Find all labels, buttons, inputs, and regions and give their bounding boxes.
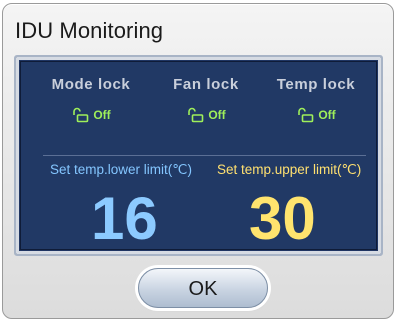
unlocked-padlock-icon [71,107,89,123]
temp-lock-status: Off [256,107,376,123]
mode-lock-group: Mode lock Off [31,76,151,123]
divider [43,155,366,156]
fan-lock-label: Fan lock [173,76,239,93]
lower-limit-label: Set temp.lower limit(℃) [50,162,192,177]
dialog-title: IDU Monitoring [15,18,164,43]
mode-lock-status: Off [31,107,151,123]
status-panel-inner: Mode lock Off Fan lock Off Temp lock Off… [20,61,377,252]
unlocked-padlock-icon [186,107,204,123]
mode-lock-label: Mode lock [51,76,131,93]
mode-lock-value: Off [93,108,111,122]
unlocked-padlock-icon [296,107,314,123]
fan-lock-group: Fan lock Off [146,76,266,123]
status-panel: Mode lock Off Fan lock Off Temp lock Off… [14,55,383,256]
fan-lock-value: Off [208,108,226,122]
temp-lock-group: Temp lock Off [256,76,376,123]
temp-lock-label: Temp lock [276,76,356,93]
temp-lock-value: Off [318,108,336,122]
idu-monitoring-dialog: IDU Monitoring Mode lock Off Fan lock Of… [2,3,394,319]
upper-limit-value: 30 [249,185,316,252]
lower-limit-value: 16 [91,185,158,252]
upper-limit-label: Set temp.upper limit(℃) [217,162,362,177]
fan-lock-status: Off [146,107,266,123]
ok-button[interactable]: OK [138,268,268,308]
